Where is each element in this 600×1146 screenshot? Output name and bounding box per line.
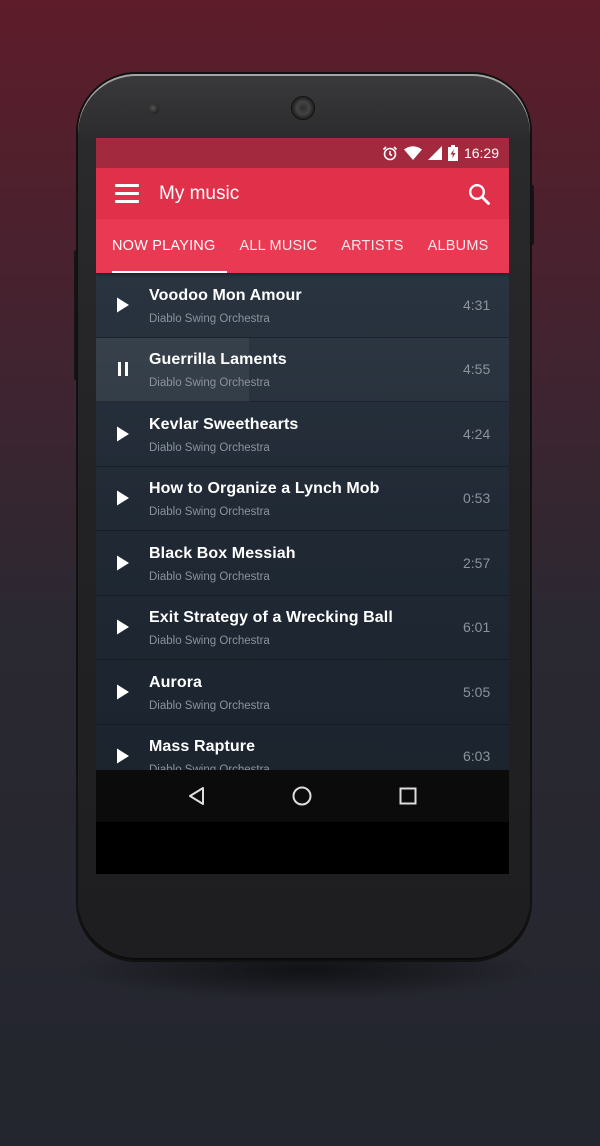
track-artist: Diablo Swing Orchestra — [149, 699, 270, 712]
signal-icon — [427, 146, 442, 160]
track-title: Black Box Messiah — [149, 544, 296, 562]
track-artist: Diablo Swing Orchestra — [149, 377, 270, 390]
alarm-icon — [382, 145, 398, 161]
search-icon[interactable] — [449, 168, 509, 219]
tab-bar: NOW PLAYING ALL MUSIC ARTISTS ALBUMS — [96, 219, 509, 273]
track-artist: Diablo Swing Orchestra — [149, 635, 270, 648]
track-row[interactable]: Guerrilla Laments Diablo Swing Orchestra 4… — [96, 337, 509, 402]
track-duration: 5:05 — [463, 683, 491, 700]
pause-icon[interactable] — [96, 361, 149, 377]
page-title: My music — [159, 182, 240, 204]
screen: 16:29 My music NOW PLAYING ALL MUSIC ART… — [96, 138, 509, 874]
back-icon[interactable] — [177, 776, 217, 816]
play-icon[interactable] — [96, 297, 149, 313]
track-row[interactable]: Aurora Diablo Swing Orchestra 5:05 — [96, 660, 509, 725]
tab-artists[interactable]: ARTISTS — [329, 219, 415, 273]
track-artist: Diablo Swing Orchestra — [149, 570, 270, 583]
track-duration: 2:57 — [463, 554, 491, 571]
track-title: Voodoo Mon Amour — [149, 286, 302, 304]
track-row[interactable]: Kevlar Sweethearts Diablo Swing Orchestra… — [96, 402, 509, 467]
track-title: Exit Strategy of a Wrecking Ball — [149, 609, 393, 627]
play-icon[interactable] — [96, 619, 149, 635]
front-sensor — [292, 97, 314, 119]
play-icon[interactable] — [96, 426, 149, 442]
track-title: How to Organize a Lynch Mob — [149, 480, 380, 498]
track-artist: Diablo Swing Orchestra — [149, 312, 270, 325]
play-icon[interactable] — [96, 684, 149, 700]
track-title: Mass Rapture — [149, 738, 256, 756]
tab-all-music[interactable]: ALL MUSIC — [227, 219, 329, 273]
tab-now-playing[interactable]: NOW PLAYING — [96, 219, 228, 273]
tab-albums[interactable]: ALBUMS — [416, 219, 501, 273]
phone-chin — [96, 822, 509, 874]
app-toolbar: My music — [96, 168, 509, 219]
status-time: 16:29 — [463, 145, 499, 161]
play-icon[interactable] — [96, 555, 149, 571]
track-row[interactable]: Voodoo Mon Amour Diablo Swing Orchestra 4:… — [96, 273, 509, 338]
home-icon[interactable] — [282, 776, 322, 816]
track-artist: Diablo Swing Orchestra — [149, 506, 270, 519]
track-duration: 4:24 — [463, 425, 491, 442]
track-title: Kevlar Sweethearts — [149, 415, 299, 433]
wifi-icon — [403, 146, 422, 160]
phone-power-button — [530, 185, 534, 245]
track-list: Voodoo Mon Amour Diablo Swing Orchestra 4:… — [96, 273, 509, 823]
play-icon[interactable] — [96, 490, 149, 506]
hamburger-menu-icon[interactable] — [96, 168, 158, 219]
play-icon[interactable] — [96, 748, 149, 764]
track-duration: 4:31 — [463, 296, 491, 313]
track-duration: 6:03 — [463, 748, 491, 765]
track-title: Aurora — [149, 673, 203, 691]
status-bar: 16:29 — [96, 138, 509, 168]
track-title: Guerrilla Laments — [149, 351, 287, 369]
battery-charging-icon — [447, 145, 458, 161]
track-row[interactable]: Black Box Messiah Diablo Swing Orchestra 2… — [96, 531, 509, 596]
track-duration: 0:53 — [463, 490, 491, 507]
navigation-bar — [96, 770, 509, 822]
recents-icon[interactable] — [388, 776, 428, 816]
track-row[interactable]: Exit Strategy of a Wrecking Ball Diablo S… — [96, 596, 509, 660]
track-row[interactable]: How to Organize a Lynch Mob Diablo Swing … — [96, 467, 509, 531]
track-duration: 4:55 — [463, 361, 491, 378]
camera-icon — [149, 104, 159, 114]
track-duration: 6:01 — [463, 619, 491, 636]
track-artist: Diablo Swing Orchestra — [149, 441, 270, 454]
